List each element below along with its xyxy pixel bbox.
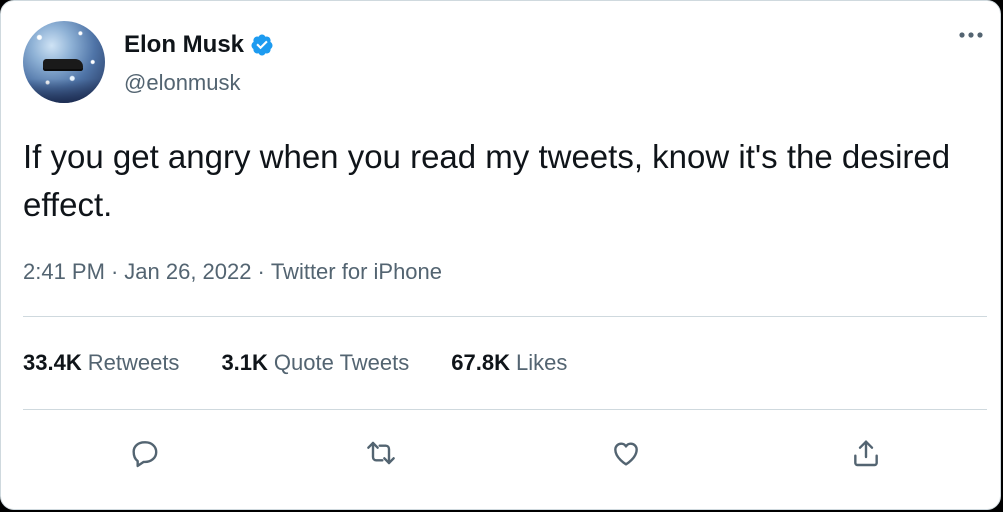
author-name[interactable]: Elon Musk	[124, 31, 244, 59]
avatar-car	[43, 59, 83, 69]
retweet-button[interactable]	[361, 433, 401, 473]
stat-value: 67.8K	[451, 350, 510, 375]
tweet-card: Elon Musk @elonmusk If you get angry whe…	[0, 0, 1001, 510]
tweet-source[interactable]: Twitter for iPhone	[271, 259, 442, 285]
like-icon	[614, 442, 638, 466]
stat-likes[interactable]: 67.8K Likes	[451, 350, 567, 376]
like-button[interactable]	[606, 433, 646, 473]
stat-value: 33.4K	[23, 350, 82, 375]
stat-label: Likes	[515, 350, 568, 375]
meta-separator: ·	[110, 259, 119, 284]
avatar-horizon	[23, 79, 105, 103]
avatar[interactable]	[23, 21, 105, 103]
tweet-date[interactable]: Jan 26, 2022	[124, 259, 251, 285]
meta-separator: ·	[257, 259, 265, 284]
reply-button[interactable]	[125, 433, 165, 473]
stat-label: Retweets	[87, 350, 180, 375]
tweet-time[interactable]: 2:41 PM	[23, 259, 105, 285]
stat-retweets[interactable]: 33.4K Retweets	[23, 350, 179, 376]
tweet-text: If you get angry when you read my tweets…	[23, 138, 951, 223]
author-name-row: Elon Musk	[124, 31, 274, 59]
stat-value: 3.1K	[221, 350, 268, 375]
divider	[23, 316, 987, 317]
more-options-icon[interactable]	[956, 25, 986, 45]
share-button[interactable]	[846, 433, 886, 473]
author-handle[interactable]: @elonmusk	[124, 70, 241, 96]
retweet-icon	[367, 441, 395, 465]
share-icon	[854, 440, 878, 467]
reply-icon	[132, 441, 158, 468]
stat-label: Quote Tweets	[273, 350, 410, 375]
stat-quote-tweets[interactable]: 3.1K Quote Tweets	[221, 350, 409, 376]
tweet-actions	[1, 433, 1002, 473]
divider	[23, 409, 987, 410]
tweet-meta: 2:41 PM · Jan 26, 2022 · Twitter for iPh…	[23, 259, 442, 285]
tweet-stats: 33.4K Retweets 3.1K Quote Tweets 67.8K Like…	[23, 350, 609, 376]
verified-badge-icon	[251, 34, 273, 56]
